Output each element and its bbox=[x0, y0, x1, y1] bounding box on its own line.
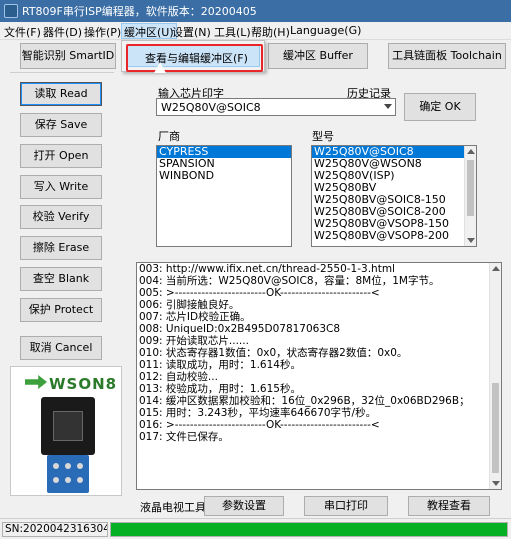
vendor-label: 厂商 bbox=[158, 130, 180, 143]
menu-settings[interactable]: 设置(N) bbox=[172, 24, 211, 40]
scrollbar[interactable] bbox=[464, 146, 476, 246]
scroll-up-icon[interactable] bbox=[492, 266, 500, 271]
menu-bar: 文件(F) 器件(D) 操作(P) 缓冲区(U) 设置(N) 工具(L) 帮助(… bbox=[0, 22, 511, 40]
tutorial-button[interactable]: 教程查看 bbox=[408, 496, 490, 516]
scroll-thumb[interactable] bbox=[467, 160, 474, 216]
scroll-down-icon[interactable] bbox=[492, 481, 500, 486]
package-image: WSON8 bbox=[10, 366, 122, 496]
log-line: 005: >------------------------OK--------… bbox=[139, 287, 380, 299]
log-line: 004: 当前所选：W25Q80V@SOIC8，容量：8M位，1M字节。 bbox=[139, 275, 440, 287]
log-line: 006: 引脚接触良好。 bbox=[139, 299, 240, 311]
divider bbox=[10, 72, 114, 73]
status-bar: SN:20200423163045-0353 bbox=[0, 518, 511, 539]
chip-marking-value: W25Q80V@SOIC8 bbox=[161, 101, 261, 114]
log-output[interactable]: 003: http://www.ifix.net.cn/thread-2550-… bbox=[136, 262, 502, 490]
log-line: 009: 开始读取芯片...... bbox=[139, 335, 249, 347]
log-line: 017: 文件已保存。 bbox=[139, 431, 229, 443]
log-line: 015: 用时：3.243秒，平均速率646670字节/秒。 bbox=[139, 407, 377, 419]
package-name: WSON8 bbox=[49, 375, 118, 393]
menu-tools[interactable]: 工具(L) bbox=[214, 24, 251, 40]
log-line: 016: >------------------------OK--------… bbox=[139, 419, 380, 431]
read-button[interactable]: 读取 Read bbox=[20, 82, 102, 106]
buffer-button[interactable]: 缓冲区 Buffer bbox=[268, 43, 368, 69]
menu-help[interactable]: 帮助(H) bbox=[251, 24, 290, 40]
lcd-tool-label[interactable]: 液晶电视工具 bbox=[140, 499, 206, 515]
vendor-listbox[interactable]: CYPRESS SPANSION WINBOND bbox=[156, 145, 292, 247]
log-line: 012: 自动校验... bbox=[139, 371, 218, 383]
toolchain-button[interactable]: 工具链面板 Toolchain bbox=[388, 43, 506, 69]
menu-buffer[interactable]: 缓冲区(U) bbox=[121, 23, 177, 39]
log-line: 007: 芯片ID校验正确。 bbox=[139, 311, 251, 323]
log-line: 011: 读取成功，用时：1.614秒。 bbox=[139, 359, 301, 371]
blank-check-button[interactable]: 查空 Blank bbox=[20, 267, 102, 291]
smartid-button[interactable]: 智能识别 SmartID bbox=[20, 43, 116, 69]
log-line: 013: 校验成功，用时：1.615秒。 bbox=[139, 383, 301, 395]
progress-bar bbox=[110, 522, 508, 537]
mouse-cursor-icon bbox=[154, 62, 166, 73]
cancel-button[interactable]: 取消 Cancel bbox=[20, 336, 102, 360]
list-item[interactable]: WINBOND bbox=[157, 170, 291, 182]
model-listbox[interactable]: W25Q80V@SOIC8 W25Q80V@WSON8 W25Q80V(ISP)… bbox=[311, 145, 477, 247]
log-line: 008: UniqueID:0x2B495D07817063C8 bbox=[139, 323, 341, 335]
scrollbar[interactable] bbox=[489, 263, 501, 489]
model-label: 型号 bbox=[312, 130, 334, 143]
scroll-up-icon[interactable] bbox=[467, 149, 475, 154]
menu-file[interactable]: 文件(F) bbox=[4, 24, 41, 40]
menu-operation[interactable]: 操作(P) bbox=[84, 24, 121, 40]
chip-marking-combobox[interactable]: W25Q80V@SOIC8 bbox=[156, 98, 396, 116]
log-line: 010: 状态寄存器1数值：0x0，状态寄存器2数值：0x0。 bbox=[139, 347, 408, 359]
menu-device[interactable]: 器件(D) bbox=[43, 24, 82, 40]
adapter-board-icon bbox=[47, 455, 89, 493]
app-icon bbox=[4, 4, 18, 18]
title-bar: RT809F串行ISP编程器，软件版本：20200405 bbox=[0, 0, 511, 22]
open-button[interactable]: 打开 Open bbox=[20, 144, 102, 168]
ok-button[interactable]: 确定 OK bbox=[404, 93, 476, 121]
scroll-down-icon[interactable] bbox=[467, 238, 475, 243]
write-button[interactable]: 写入 Write bbox=[20, 175, 102, 199]
erase-button[interactable]: 擦除 Erase bbox=[20, 236, 102, 260]
list-item[interactable]: W25Q80BV@VSOP8-200 bbox=[312, 230, 476, 242]
menu-language[interactable]: Language(G) bbox=[290, 24, 361, 37]
red-highlight-box bbox=[126, 44, 263, 72]
save-button[interactable]: 保存 Save bbox=[20, 113, 102, 137]
chevron-down-icon[interactable] bbox=[384, 104, 392, 109]
arrow-right-icon bbox=[25, 375, 47, 389]
progress-fill bbox=[111, 523, 507, 536]
log-line: 014: 缓冲区数据累加校验和：16位_0x296B，32位_0x06BD296… bbox=[139, 395, 470, 407]
log-line: 003: http://www.ifix.net.cn/thread-2550-… bbox=[139, 263, 395, 275]
scroll-thumb[interactable] bbox=[492, 383, 499, 473]
params-button[interactable]: 参数设置 bbox=[204, 496, 284, 516]
protect-button[interactable]: 保护 Protect bbox=[20, 298, 102, 322]
window-title: RT809F串行ISP编程器，软件版本：20200405 bbox=[22, 5, 257, 18]
socket-icon bbox=[41, 397, 95, 455]
serial-number: SN:20200423163045-0353 bbox=[2, 522, 108, 537]
serial-print-button[interactable]: 串口打印 bbox=[304, 496, 388, 516]
verify-button[interactable]: 校验 Verify bbox=[20, 205, 102, 229]
